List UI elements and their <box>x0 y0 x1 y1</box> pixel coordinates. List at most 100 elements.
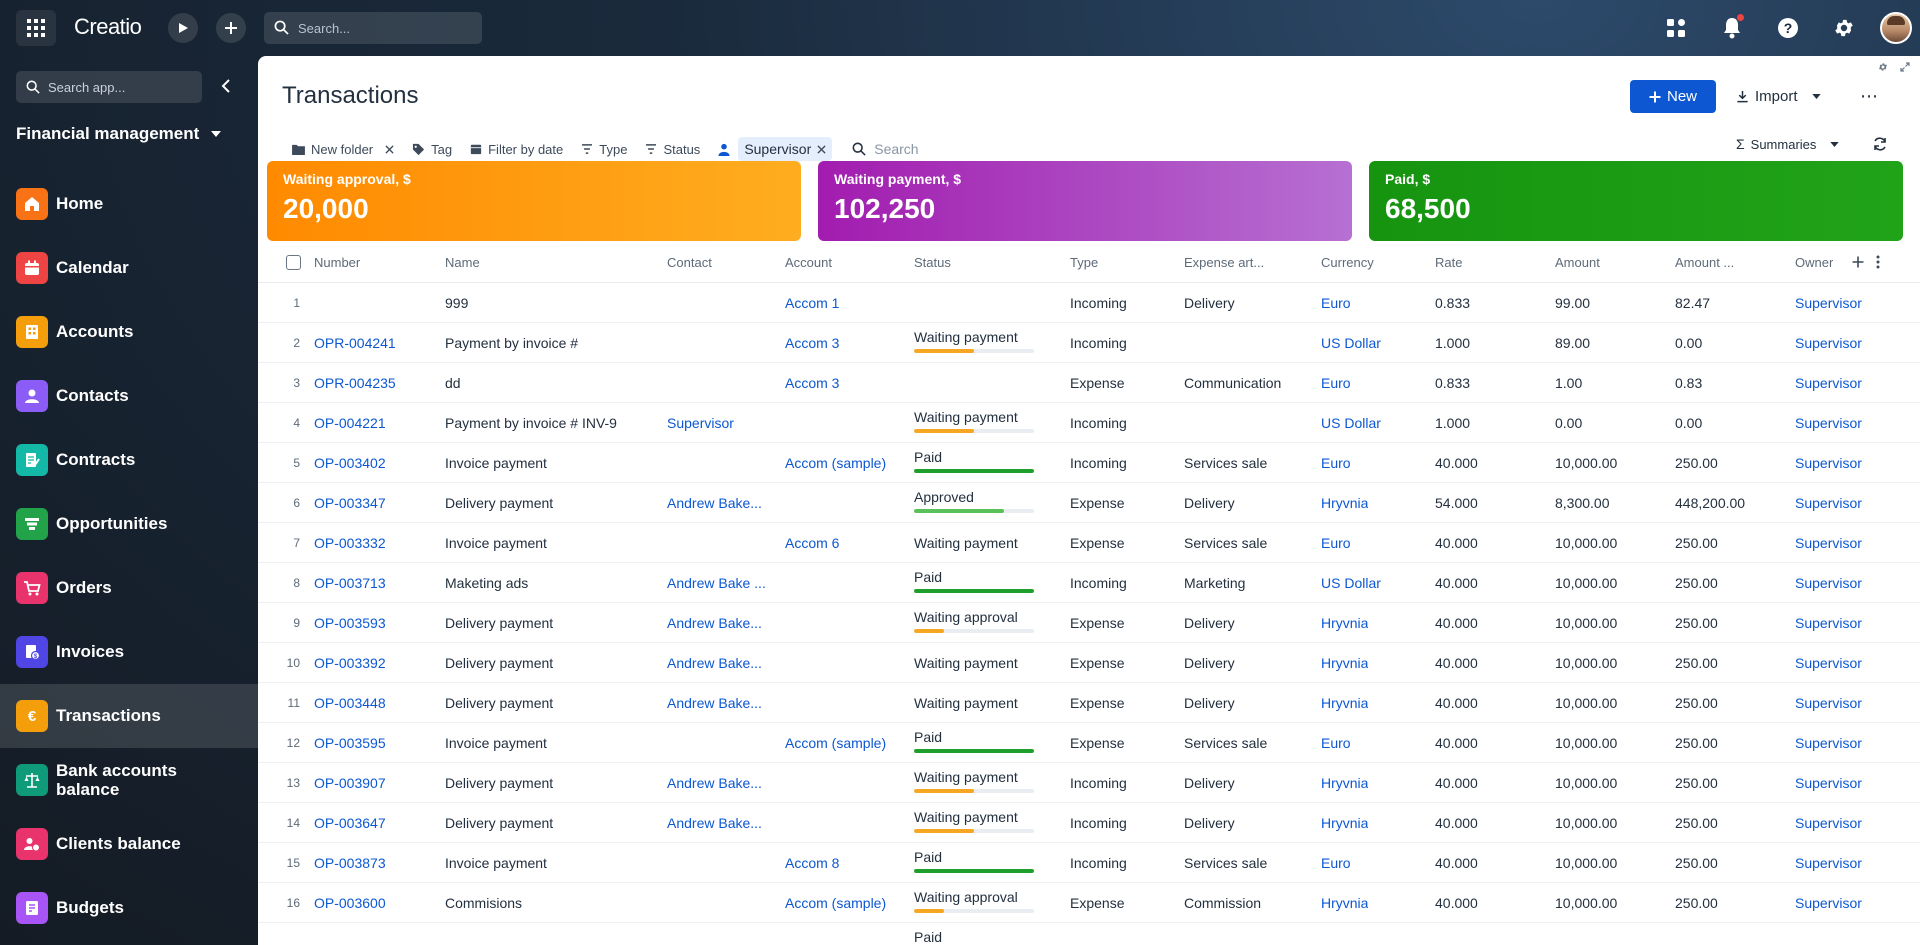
cell-currency[interactable]: US Dollar <box>1321 575 1381 591</box>
add-button[interactable] <box>216 13 246 43</box>
cell-contact[interactable]: Andrew Bake... <box>667 815 762 831</box>
close-icon[interactable] <box>817 144 826 154</box>
column-header-number[interactable]: Number <box>314 255 360 270</box>
sidebar-item-transactions[interactable]: € Transactions <box>0 684 258 748</box>
table-row[interactable]: 1 999 Accom 1 Incoming Delivery Euro 0.833 99.0… <box>258 283 1920 323</box>
table-row[interactable]: 12 OP-003595 Invoice payment Accom (sample)… <box>258 723 1920 763</box>
gear-icon[interactable] <box>1878 62 1888 72</box>
sidebar-item-accounts[interactable]: Accounts <box>0 300 258 364</box>
column-header-amount[interactable]: Amount <box>1555 255 1600 270</box>
cell-owner[interactable]: Supervisor <box>1795 575 1862 591</box>
column-header-status[interactable]: Status <box>914 255 951 270</box>
user-avatar[interactable] <box>1880 12 1912 44</box>
cell-currency[interactable]: Hryvnia <box>1321 495 1368 511</box>
cell-number[interactable]: OP-003402 <box>314 455 386 471</box>
cell-owner[interactable]: Supervisor <box>1795 535 1862 551</box>
cell-currency[interactable]: Euro <box>1321 535 1351 551</box>
cell-owner[interactable]: Supervisor <box>1795 615 1862 631</box>
kpi-waiting-approval[interactable]: Waiting approval, $ 20,000 <box>267 161 801 241</box>
cell-owner[interactable]: Supervisor <box>1795 655 1862 671</box>
cell-currency[interactable]: Hryvnia <box>1321 775 1368 791</box>
sidebar-item-calendar[interactable]: Calendar <box>0 236 258 300</box>
cell-number[interactable]: OP-003593 <box>314 615 386 631</box>
cell-account[interactable]: Accom 8 <box>785 855 839 871</box>
cell-currency[interactable]: US Dollar <box>1321 335 1381 351</box>
expand-icon[interactable] <box>1900 62 1910 72</box>
cell-number[interactable]: OP-003332 <box>314 535 386 551</box>
cell-account[interactable]: Accom (sample) <box>785 895 886 911</box>
cell-currency[interactable]: Hryvnia <box>1321 655 1368 671</box>
collapse-sidebar-button[interactable] <box>216 76 236 96</box>
table-row[interactable]: 7 OP-003332 Invoice payment Accom 6 Expense S… <box>258 523 1920 563</box>
notifications-button[interactable] <box>1718 14 1746 42</box>
cell-account[interactable]: Accom (sample) <box>785 735 886 751</box>
cell-number[interactable]: OP-003347 <box>314 495 386 511</box>
cell-contact[interactable]: Andrew Bake... <box>667 695 762 711</box>
table-row[interactable]: 2 OPR-004241 Payment by invoice # Accom 3 In… <box>258 323 1920 363</box>
cell-number[interactable]: OPR-004241 <box>314 335 396 351</box>
cell-account[interactable]: Accom 3 <box>785 335 839 351</box>
cell-number[interactable]: OP-003647 <box>314 815 386 831</box>
sidebar-item-home[interactable]: Home <box>0 172 258 236</box>
add-column-icon[interactable] <box>1852 256 1864 268</box>
cell-contact[interactable]: Andrew Bake ... <box>667 575 766 591</box>
column-header-contact[interactable]: Contact <box>667 255 712 270</box>
sidebar-item-invoices[interactable]: $ Invoices <box>0 620 258 684</box>
run-process-button[interactable] <box>168 13 198 43</box>
workspace-selector[interactable]: Financial management <box>16 124 222 144</box>
table-row[interactable]: 5 OP-003402 Invoice payment Accom (sample) I… <box>258 443 1920 483</box>
cell-owner[interactable]: Supervisor <box>1795 455 1862 471</box>
status-filter[interactable]: Status <box>645 142 700 157</box>
app-search-input[interactable] <box>48 79 188 95</box>
cell-owner[interactable]: Supervisor <box>1795 295 1862 311</box>
summaries-button[interactable]: Σ Summaries <box>1736 136 1840 152</box>
type-filter[interactable]: Type <box>581 142 627 157</box>
cell-number[interactable]: OP-003713 <box>314 575 386 591</box>
table-row[interactable]: Paid <box>258 923 1920 945</box>
close-icon[interactable] <box>385 144 394 154</box>
import-button[interactable]: Import <box>1736 80 1821 113</box>
sidebar-item-budgets[interactable]: Budgets <box>0 876 258 940</box>
cell-number[interactable]: OP-003392 <box>314 655 386 671</box>
table-row[interactable]: 4 OP-004221 Payment by invoice # INV-9 Supe… <box>258 403 1920 443</box>
cell-currency[interactable]: US Dollar <box>1321 415 1381 431</box>
cell-currency[interactable]: Euro <box>1321 855 1351 871</box>
kpi-waiting-payment[interactable]: Waiting payment, $ 102,250 <box>818 161 1352 241</box>
column-header-currency[interactable]: Currency <box>1321 255 1374 270</box>
owner-filter-chip[interactable]: Supervisor <box>738 137 833 161</box>
table-row[interactable]: 14 OP-003647 Delivery payment Andrew Bake..… <box>258 803 1920 843</box>
cell-owner[interactable]: Supervisor <box>1795 815 1862 831</box>
table-row[interactable]: 3 OPR-004235 dd Accom 3 Expense Communication… <box>258 363 1920 403</box>
column-header-amount-base[interactable]: Amount ... <box>1675 255 1734 270</box>
table-row[interactable]: 13 OP-003907 Delivery payment Andrew Bake..… <box>258 763 1920 803</box>
list-search-input[interactable] <box>874 141 1035 157</box>
cell-account[interactable]: Accom 6 <box>785 535 839 551</box>
cell-number[interactable]: OP-004221 <box>314 415 386 431</box>
sidebar-item-orders[interactable]: Orders <box>0 556 258 620</box>
table-row[interactable]: 16 OP-003600 Commisions Accom (sample) Expen… <box>258 883 1920 923</box>
more-vertical-icon[interactable] <box>1876 255 1880 269</box>
date-filter[interactable]: Filter by date <box>470 142 563 157</box>
cell-owner[interactable]: Supervisor <box>1795 335 1862 351</box>
column-header-rate[interactable]: Rate <box>1435 255 1462 270</box>
table-row[interactable]: 11 OP-003448 Delivery payment Andrew Bake..… <box>258 683 1920 723</box>
cell-number[interactable]: OP-003448 <box>314 695 386 711</box>
cell-owner[interactable]: Supervisor <box>1795 375 1862 391</box>
column-header-type[interactable]: Type <box>1070 255 1098 270</box>
cell-number[interactable]: OP-003600 <box>314 895 386 911</box>
table-row[interactable]: 6 OP-003347 Delivery payment Andrew Bake...… <box>258 483 1920 523</box>
cell-account[interactable]: Accom 1 <box>785 295 839 311</box>
cell-currency[interactable]: Hryvnia <box>1321 615 1368 631</box>
sidebar-item-opportunities[interactable]: Opportunities <box>0 492 258 556</box>
cell-owner[interactable]: Supervisor <box>1795 895 1862 911</box>
kpi-paid[interactable]: Paid, $ 68,500 <box>1369 161 1903 241</box>
cell-account[interactable]: Accom (sample) <box>785 455 886 471</box>
cell-number[interactable]: OP-003595 <box>314 735 386 751</box>
column-header-expense-article[interactable]: Expense art... <box>1184 255 1264 270</box>
sidebar-item-clients-balance[interactable]: Clients balance <box>0 812 258 876</box>
cell-currency[interactable]: Hryvnia <box>1321 815 1368 831</box>
refresh-button[interactable] <box>1872 136 1888 157</box>
cell-account[interactable]: Accom 3 <box>785 375 839 391</box>
table-row[interactable]: 15 OP-003873 Invoice payment Accom 8 Incomin… <box>258 843 1920 883</box>
cell-contact[interactable]: Andrew Bake... <box>667 655 762 671</box>
